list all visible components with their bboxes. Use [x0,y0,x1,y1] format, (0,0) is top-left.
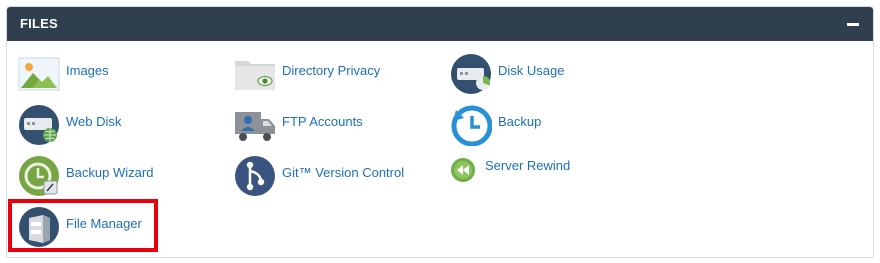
panel-header[interactable]: FILES [7,7,873,41]
item-backup-wizard[interactable]: Backup Wizard [18,155,168,197]
rewind-icon [451,158,475,182]
file-cabinet-icon [19,207,59,247]
item-git-version-control[interactable]: Git™ Version Control [234,155,414,197]
directory-privacy-label: Directory Privacy [282,63,381,78]
web-disk-icon [19,105,59,145]
disk-usage-icon [451,54,491,94]
item-images[interactable]: Images [18,53,168,95]
item-backup[interactable]: Backup [450,104,600,146]
ftp-accounts-label: FTP Accounts [282,114,363,129]
disk-usage-label: Disk Usage [498,63,565,78]
web-disk-label: Web Disk [66,114,122,129]
minus-icon[interactable] [847,23,859,26]
images-label: Images [66,63,109,78]
backup-label: Backup [498,114,542,129]
git-branch-icon [235,156,275,196]
images-icon [18,57,60,91]
item-file-manager[interactable]: File Manager [18,206,168,248]
backup-wizard-icon [19,156,59,196]
ftp-truck-icon [235,112,275,141]
file-manager-label: File Manager [66,216,142,231]
server-rewind-label: Server Rewind [485,158,571,173]
folder-privacy-icon [235,61,275,90]
item-directory-privacy[interactable]: Directory Privacy [234,53,404,95]
item-server-rewind[interactable]: Server Rewind [450,155,610,185]
panel-title: FILES [20,16,58,31]
item-ftp-accounts[interactable]: FTP Accounts [234,104,404,146]
backup-clock-icon [451,105,492,146]
git-version-control-label: Git™ Version Control [282,165,405,180]
item-web-disk[interactable]: Web Disk [18,104,168,146]
item-disk-usage[interactable]: Disk Usage [450,53,600,95]
backup-wizard-label: Backup Wizard [66,165,154,180]
